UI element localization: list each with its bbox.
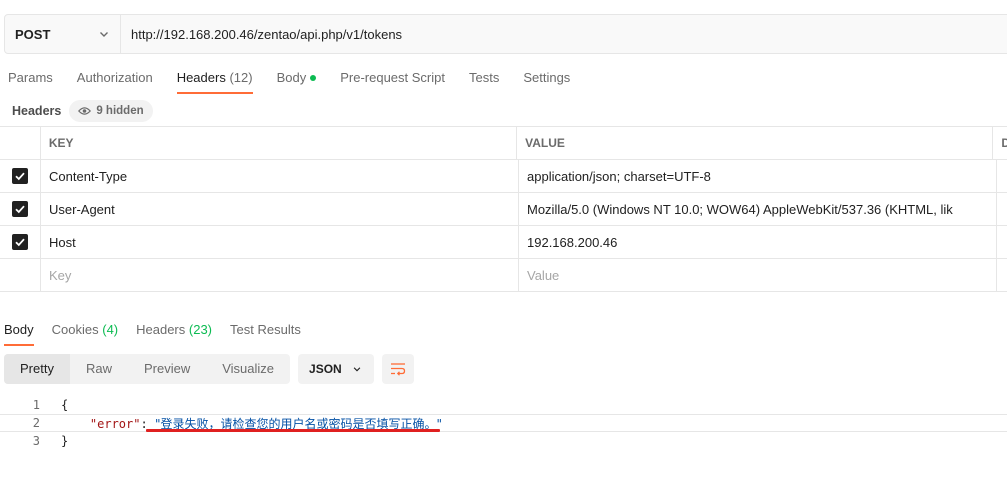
tab-authorization[interactable]: Authorization (77, 66, 153, 94)
check-icon (15, 205, 25, 214)
check-icon (15, 238, 25, 247)
request-tabs: Params Authorization Headers (12) Body P… (0, 66, 586, 94)
header-key-cell[interactable]: Host (41, 226, 519, 258)
view-preview-button[interactable]: Preview (128, 354, 206, 384)
tab-authorization-label: Authorization (76, 70, 153, 85)
tab-body[interactable]: Body (277, 66, 317, 94)
response-headers-count: (23) (188, 322, 213, 337)
code-text: { (61, 398, 69, 412)
table-row-new: Key Value (0, 259, 1007, 292)
eye-icon (78, 107, 92, 115)
view-pretty-button[interactable]: Pretty (4, 354, 70, 384)
header-description-cell[interactable] (997, 226, 1007, 258)
header-value-cell[interactable]: application/json; charset=UTF-8 (519, 160, 997, 192)
table-row: Content-Type application/json; charset=U… (0, 160, 1007, 193)
wrap-lines-icon (391, 363, 406, 376)
tab-body-label: Body (276, 70, 307, 85)
header-value-cell[interactable]: 192.168.200.46 (519, 226, 997, 258)
response-tab-test-results[interactable]: Test Results (230, 318, 301, 346)
format-label: JSON (309, 362, 342, 376)
response-tab-headers-label: Headers (136, 322, 186, 337)
table-row: Host 192.168.200.46 (0, 226, 1007, 259)
response-tab-headers[interactable]: Headers (23) (136, 318, 212, 346)
header-description-cell[interactable] (997, 160, 1007, 192)
headers-toolbar: Headers 9 hidden (12, 99, 153, 123)
new-key-input[interactable]: Key (41, 259, 519, 291)
header-key-cell[interactable]: Content-Type (41, 160, 519, 192)
header-checkbox[interactable] (12, 201, 28, 217)
code-line: 3 } (0, 432, 1007, 450)
table-header-row: KEY VALUE D (0, 127, 1007, 160)
view-visualize-button[interactable]: Visualize (206, 354, 290, 384)
table-row: User-Agent Mozilla/5.0 (Windows NT 10.0;… (0, 193, 1007, 226)
new-description-input[interactable] (997, 259, 1007, 291)
code-line: 1 { (0, 396, 1007, 414)
tab-pre-request-label: Pre-request Script (340, 70, 445, 85)
tab-headers-label: Headers (176, 70, 226, 85)
header-key-cell[interactable]: User-Agent (41, 193, 519, 225)
response-tabs: Body Cookies (4) Headers (23) Test Resul… (0, 318, 315, 346)
request-url-bar: POST http://192.168.200.46/zentao/api.ph… (4, 14, 1007, 54)
key-column-header: KEY (41, 127, 518, 159)
method-label: POST (15, 26, 51, 42)
json-key: "error" (89, 416, 141, 431)
hidden-headers-toggle[interactable]: 9 hidden (69, 100, 153, 122)
tab-params[interactable]: Params (8, 66, 53, 94)
view-raw-button[interactable]: Raw (70, 354, 128, 384)
row-checkbox-cell (0, 259, 41, 291)
tab-tests-label: Tests (468, 70, 500, 85)
hidden-headers-count: 9 hidden (96, 105, 144, 117)
line-number: 2 (32, 416, 40, 430)
wrap-lines-button[interactable] (382, 354, 415, 384)
header-description-cell[interactable] (997, 193, 1007, 225)
cookies-count: (4) (102, 322, 119, 337)
headers-section-label: Headers (12, 104, 62, 118)
response-view-bar: Pretty Raw Preview Visualize JSON (4, 354, 415, 384)
description-column-header: D (1001, 136, 1007, 150)
headers-table: KEY VALUE D Content-Type application/jso… (0, 126, 1007, 292)
tab-headers-count: (12) (229, 70, 253, 85)
header-value-cell[interactable]: Mozilla/5.0 (Windows NT 10.0; WOW64) App… (519, 193, 997, 225)
chevron-down-icon (100, 32, 108, 37)
tab-tests[interactable]: Tests (469, 66, 499, 94)
url-input[interactable]: http://192.168.200.46/zentao/api.php/v1/… (121, 27, 1007, 42)
value-column-header: VALUE (517, 127, 994, 159)
response-tab-body[interactable]: Body (4, 318, 34, 346)
code-text: } (61, 434, 69, 448)
new-value-input[interactable]: Value (519, 259, 997, 291)
response-tab-body-label: Body (4, 322, 34, 337)
tab-pre-request-script[interactable]: Pre-request Script (340, 66, 445, 94)
response-body-editor[interactable]: 1 { 2 "error": "登录失败，请检查您的用户名或密码是否填写正确。"… (0, 396, 1007, 450)
method-select[interactable]: POST (5, 15, 121, 53)
header-checkbox[interactable] (12, 234, 28, 250)
tab-settings[interactable]: Settings (523, 66, 570, 94)
format-select[interactable]: JSON (298, 354, 375, 384)
check-icon (15, 172, 25, 181)
response-tab-test-results-label: Test Results (230, 322, 301, 337)
view-mode-segmented: Pretty Raw Preview Visualize (4, 354, 291, 384)
row-checkbox-cell (0, 226, 41, 258)
row-checkbox-cell (0, 160, 41, 192)
tab-params-label: Params (8, 70, 53, 85)
tab-settings-label: Settings (523, 70, 571, 85)
header-checkbox[interactable] (12, 168, 28, 184)
tab-headers[interactable]: Headers (12) (176, 66, 253, 94)
response-tab-cookies-label: Cookies (51, 322, 99, 337)
chevron-down-icon (353, 367, 361, 372)
line-number: 3 (32, 434, 40, 448)
annotation-underline (146, 429, 440, 432)
row-checkbox-cell (0, 193, 41, 225)
body-modified-dot-icon (310, 74, 317, 81)
line-number: 1 (32, 398, 40, 412)
checkbox-column-header (0, 127, 41, 159)
response-tab-cookies[interactable]: Cookies (4) (52, 318, 118, 346)
